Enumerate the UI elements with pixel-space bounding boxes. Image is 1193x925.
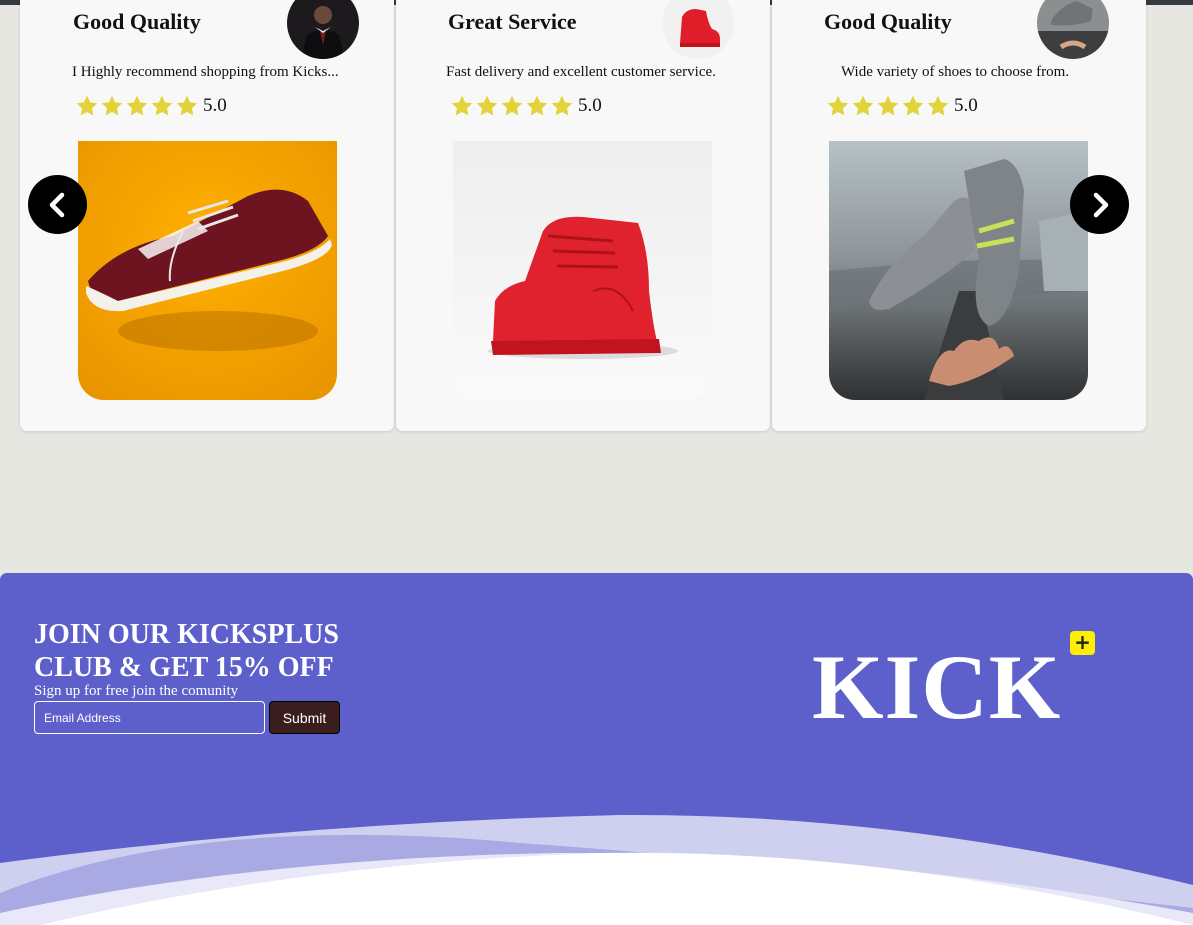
carousel-prev-button[interactable] [28,175,87,234]
star-icon [176,95,198,116]
testimonial-text: Wide variety of shoes to choose from. [841,64,1070,80]
rating: 5.0 [75,94,227,118]
star-icon [76,95,98,116]
burgundy-skate-shoe-photo [78,141,337,400]
email-field[interactable] [34,701,265,734]
rating-value: 5.0 [203,95,227,116]
plus-icon: + [1070,631,1095,655]
newsletter-footer: JOIN OUR KICKSPLUS CLUB & GET 15% OFF Si… [0,573,1193,925]
star-icon [526,95,548,116]
red-high-top-sneaker-photo [453,141,712,400]
chevron-right-icon [1093,192,1108,217]
red-sneaker-avatar [662,0,734,59]
star-icon [476,95,498,116]
rating: 5.0 [450,94,602,118]
newsletter-subtext: Sign up for free join the comunity [34,683,239,699]
star-icon [151,95,173,116]
star-icon [451,95,473,116]
star-icon [927,95,949,116]
brand-logo: KICK [812,636,1062,738]
wave-decoration [0,814,1193,925]
testimonial-text: Fast delivery and excellent customer ser… [446,64,716,80]
star-icon [101,95,123,116]
star-icon [501,95,523,116]
testimonial-card: Great Service Fast delivery and excellen… [396,0,770,431]
grey-knit-sneakers-photo [829,141,1088,400]
star-icon [551,95,573,116]
star-icon [827,95,849,116]
rating-value: 5.0 [578,95,602,116]
grey-sneaker-avatar [1037,0,1109,59]
testimonial-title: Great Service [448,9,577,34]
carousel-next-button[interactable] [1070,175,1129,234]
star-icon [852,95,874,116]
testimonial-carousel: Good Quality I Highly recommend shopping… [20,0,1146,431]
testimonial-title: Good Quality [73,9,201,34]
rating: 5.0 [826,94,978,118]
star-icon [902,95,924,116]
person-in-suit-avatar [287,0,359,59]
star-icon [877,95,899,116]
submit-button[interactable]: Submit [269,701,340,734]
testimonial-title: Good Quality [824,9,952,34]
star-icon [126,95,148,116]
testimonial-text: I Highly recommend shopping from Kicks..… [72,64,339,80]
rating-value: 5.0 [954,95,978,116]
newsletter-heading: JOIN OUR KICKSPLUS CLUB & GET 15% OFF [34,619,339,683]
chevron-left-icon [49,192,64,217]
